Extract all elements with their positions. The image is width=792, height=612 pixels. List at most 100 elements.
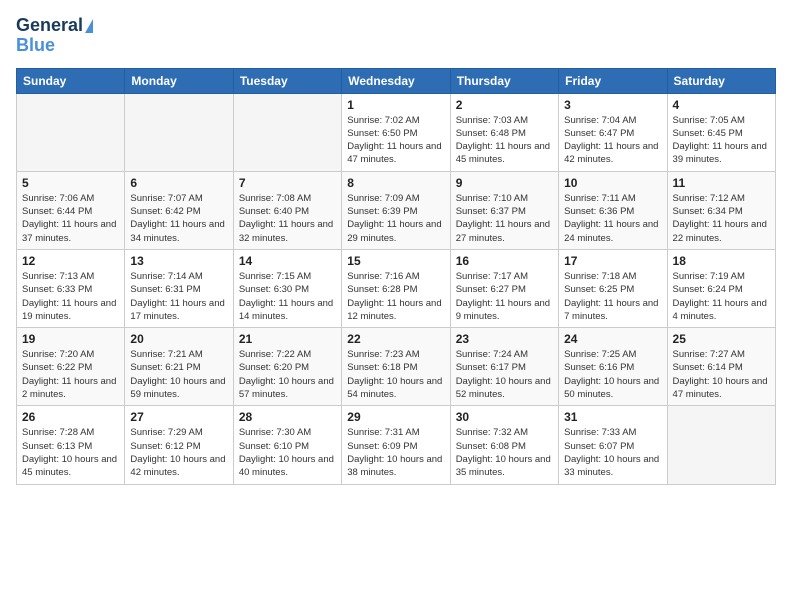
day-number: 15 xyxy=(347,254,444,268)
day-number: 14 xyxy=(239,254,336,268)
calendar-cell: 16 Sunrise: 7:17 AM Sunset: 6:27 PM Dayli… xyxy=(450,249,558,327)
week-row-3: 12 Sunrise: 7:13 AM Sunset: 6:33 PM Dayli… xyxy=(17,249,776,327)
day-number: 13 xyxy=(130,254,227,268)
weekday-header-row: SundayMondayTuesdayWednesdayThursdayFrid… xyxy=(17,68,776,93)
calendar-cell: 21Sunrise: 7:22 AM Sunset: 6:20 PM Dayli… xyxy=(233,328,341,406)
day-info: Sunrise: 7:33 AM Sunset: 6:07 PM Dayligh… xyxy=(564,426,661,479)
calendar-cell: 22 Sunrise: 7:23 AM Sunset: 6:18 PM Dayli… xyxy=(342,328,450,406)
calendar-cell: 31 Sunrise: 7:33 AM Sunset: 6:07 PM Dayli… xyxy=(559,406,667,484)
weekday-header-monday: Monday xyxy=(125,68,233,93)
day-info: Sunrise: 7:20 AM Sunset: 6:22 PM Dayligh… xyxy=(22,348,119,401)
day-info: Sunrise: 7:18 AM Sunset: 6:25 PM Dayligh… xyxy=(564,270,661,323)
day-number: 7 xyxy=(239,176,336,190)
weekday-header-wednesday: Wednesday xyxy=(342,68,450,93)
week-row-4: 19 Sunrise: 7:20 AM Sunset: 6:22 PM Dayli… xyxy=(17,328,776,406)
calendar-cell: 30 Sunrise: 7:32 AM Sunset: 6:08 PM Dayli… xyxy=(450,406,558,484)
calendar-cell: 27 Sunrise: 7:29 AM Sunset: 6:12 PM Dayli… xyxy=(125,406,233,484)
day-number: 22 xyxy=(347,332,444,346)
day-number: 6 xyxy=(130,176,227,190)
calendar-cell: 25 Sunrise: 7:27 AM Sunset: 6:14 PM Dayli… xyxy=(667,328,775,406)
day-info: Sunrise: 7:21 AM Sunset: 6:21 PM Dayligh… xyxy=(130,348,227,401)
calendar-cell xyxy=(125,93,233,171)
day-number: 18 xyxy=(673,254,770,268)
day-info: Sunrise: 7:27 AM Sunset: 6:14 PM Dayligh… xyxy=(673,348,770,401)
day-info: Sunrise: 7:15 AM Sunset: 6:30 PM Dayligh… xyxy=(239,270,336,323)
day-info: Sunrise: 7:08 AM Sunset: 6:40 PM Dayligh… xyxy=(239,192,336,245)
week-row-5: 26Sunrise: 7:28 AM Sunset: 6:13 PM Dayli… xyxy=(17,406,776,484)
day-info: Sunrise: 7:13 AM Sunset: 6:33 PM Dayligh… xyxy=(22,270,119,323)
day-info: Sunrise: 7:07 AM Sunset: 6:42 PM Dayligh… xyxy=(130,192,227,245)
calendar-cell: 24 Sunrise: 7:25 AM Sunset: 6:16 PM Dayli… xyxy=(559,328,667,406)
day-info: Sunrise: 7:29 AM Sunset: 6:12 PM Dayligh… xyxy=(130,426,227,479)
day-info: Sunrise: 7:10 AM Sunset: 6:37 PM Dayligh… xyxy=(456,192,553,245)
weekday-header-thursday: Thursday xyxy=(450,68,558,93)
calendar-cell: 17 Sunrise: 7:18 AM Sunset: 6:25 PM Dayli… xyxy=(559,249,667,327)
calendar-cell: 19 Sunrise: 7:20 AM Sunset: 6:22 PM Dayli… xyxy=(17,328,125,406)
day-number: 10 xyxy=(564,176,661,190)
day-info: Sunrise: 7:25 AM Sunset: 6:16 PM Dayligh… xyxy=(564,348,661,401)
logo: General Blue xyxy=(16,16,93,56)
calendar-cell: 2 Sunrise: 7:03 AM Sunset: 6:48 PM Daylig… xyxy=(450,93,558,171)
day-info: Sunrise: 7:14 AM Sunset: 6:31 PM Dayligh… xyxy=(130,270,227,323)
day-number: 3 xyxy=(564,98,661,112)
weekday-header-saturday: Saturday xyxy=(667,68,775,93)
calendar-cell: 7 Sunrise: 7:08 AM Sunset: 6:40 PM Daylig… xyxy=(233,171,341,249)
day-info: Sunrise: 7:03 AM Sunset: 6:48 PM Dayligh… xyxy=(456,114,553,167)
day-number: 5 xyxy=(22,176,119,190)
calendar-cell: 12 Sunrise: 7:13 AM Sunset: 6:33 PM Dayli… xyxy=(17,249,125,327)
day-info: Sunrise: 7:02 AM Sunset: 6:50 PM Dayligh… xyxy=(347,114,444,167)
calendar-cell xyxy=(17,93,125,171)
calendar-cell: 28Sunrise: 7:30 AM Sunset: 6:10 PM Dayli… xyxy=(233,406,341,484)
day-info: Sunrise: 7:17 AM Sunset: 6:27 PM Dayligh… xyxy=(456,270,553,323)
day-number: 12 xyxy=(22,254,119,268)
day-number: 26 xyxy=(22,410,119,424)
calendar-cell: 26Sunrise: 7:28 AM Sunset: 6:13 PM Dayli… xyxy=(17,406,125,484)
calendar-cell: 5 Sunrise: 7:06 AM Sunset: 6:44 PM Daylig… xyxy=(17,171,125,249)
calendar-cell: 18 Sunrise: 7:19 AM Sunset: 6:24 PM Dayli… xyxy=(667,249,775,327)
day-number: 27 xyxy=(130,410,227,424)
day-number: 25 xyxy=(673,332,770,346)
logo-blue: Blue xyxy=(16,36,55,56)
day-info: Sunrise: 7:32 AM Sunset: 6:08 PM Dayligh… xyxy=(456,426,553,479)
calendar-cell: 23 Sunrise: 7:24 AM Sunset: 6:17 PM Dayli… xyxy=(450,328,558,406)
day-number: 11 xyxy=(673,176,770,190)
day-info: Sunrise: 7:05 AM Sunset: 6:45 PM Dayligh… xyxy=(673,114,770,167)
day-info: Sunrise: 7:23 AM Sunset: 6:18 PM Dayligh… xyxy=(347,348,444,401)
day-number: 17 xyxy=(564,254,661,268)
day-number: 20 xyxy=(130,332,227,346)
day-number: 31 xyxy=(564,410,661,424)
day-info: Sunrise: 7:11 AM Sunset: 6:36 PM Dayligh… xyxy=(564,192,661,245)
day-info: Sunrise: 7:06 AM Sunset: 6:44 PM Dayligh… xyxy=(22,192,119,245)
calendar-cell xyxy=(233,93,341,171)
weekday-header-friday: Friday xyxy=(559,68,667,93)
day-number: 2 xyxy=(456,98,553,112)
calendar-cell: 13 Sunrise: 7:14 AM Sunset: 6:31 PM Dayli… xyxy=(125,249,233,327)
day-number: 9 xyxy=(456,176,553,190)
calendar-cell xyxy=(667,406,775,484)
day-number: 8 xyxy=(347,176,444,190)
calendar-cell: 9 Sunrise: 7:10 AM Sunset: 6:37 PM Daylig… xyxy=(450,171,558,249)
calendar-cell: 29Sunrise: 7:31 AM Sunset: 6:09 PM Dayli… xyxy=(342,406,450,484)
logo-triangle-icon xyxy=(85,19,93,33)
header: General Blue xyxy=(16,16,776,56)
calendar-cell: 8 Sunrise: 7:09 AM Sunset: 6:39 PM Daylig… xyxy=(342,171,450,249)
day-info: Sunrise: 7:12 AM Sunset: 6:34 PM Dayligh… xyxy=(673,192,770,245)
calendar-cell: 10 Sunrise: 7:11 AM Sunset: 6:36 PM Dayli… xyxy=(559,171,667,249)
day-info: Sunrise: 7:19 AM Sunset: 6:24 PM Dayligh… xyxy=(673,270,770,323)
day-number: 24 xyxy=(564,332,661,346)
day-number: 23 xyxy=(456,332,553,346)
day-info: Sunrise: 7:30 AM Sunset: 6:10 PM Dayligh… xyxy=(239,426,336,479)
calendar-cell: 20 Sunrise: 7:21 AM Sunset: 6:21 PM Dayli… xyxy=(125,328,233,406)
day-number: 16 xyxy=(456,254,553,268)
day-info: Sunrise: 7:09 AM Sunset: 6:39 PM Dayligh… xyxy=(347,192,444,245)
day-number: 1 xyxy=(347,98,444,112)
calendar-cell: 11 Sunrise: 7:12 AM Sunset: 6:34 PM Dayli… xyxy=(667,171,775,249)
logo-general: General xyxy=(16,16,83,36)
page-container: General Blue SundayMondayTuesdayWednesda… xyxy=(0,0,792,493)
day-info: Sunrise: 7:24 AM Sunset: 6:17 PM Dayligh… xyxy=(456,348,553,401)
day-number: 19 xyxy=(22,332,119,346)
day-number: 4 xyxy=(673,98,770,112)
day-number: 30 xyxy=(456,410,553,424)
week-row-1: 1 Sunrise: 7:02 AM Sunset: 6:50 PM Daylig… xyxy=(17,93,776,171)
day-info: Sunrise: 7:31 AM Sunset: 6:09 PM Dayligh… xyxy=(347,426,444,479)
